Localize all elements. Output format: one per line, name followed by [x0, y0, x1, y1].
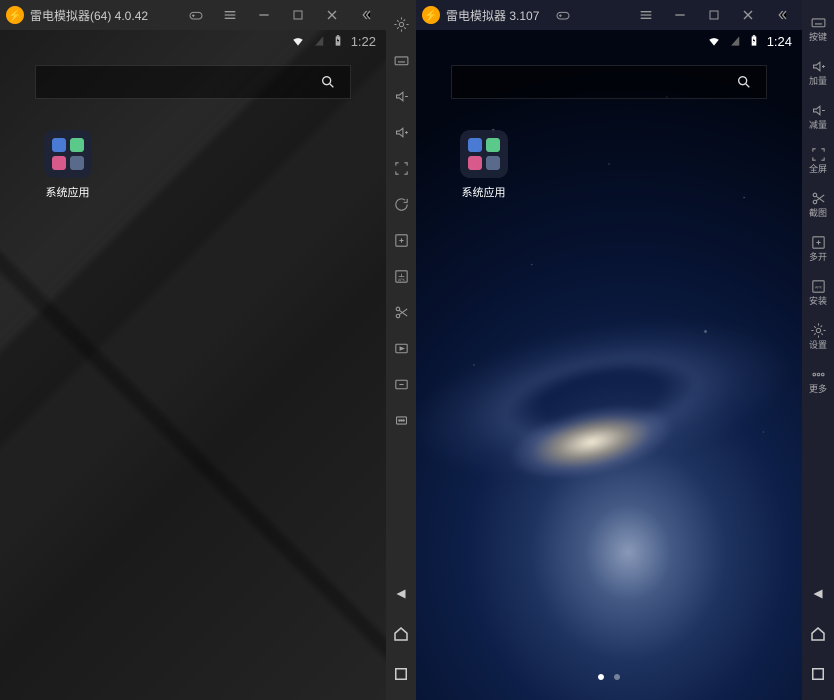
add-window-icon[interactable] [386, 222, 416, 258]
android-screen-left[interactable]: 1:22 系统应用 [0, 30, 386, 700]
titlebar-right: ⚡ 雷电模拟器 3.107 [416, 0, 802, 30]
folder-icon [44, 130, 92, 178]
screen-record-icon[interactable] [386, 330, 416, 366]
window-title: 雷电模拟器(64) 4.0.42 [30, 7, 148, 24]
menu-icon[interactable] [632, 1, 660, 29]
screenshot-button[interactable]: 截图 [803, 182, 833, 226]
rotate-icon[interactable] [386, 186, 416, 222]
settings-button[interactable]: 设置 [803, 314, 833, 358]
battery-icon [331, 34, 345, 48]
collapse-sidebar-icon[interactable] [352, 1, 380, 29]
scissors-icon[interactable] [386, 294, 416, 330]
app-system-apps[interactable]: 系统应用 [35, 130, 100, 200]
search-icon [736, 74, 752, 90]
toolbar-left: APK [386, 0, 416, 700]
page-dot[interactable] [614, 674, 620, 680]
nav-back-icon[interactable] [386, 574, 416, 614]
fullscreen-icon[interactable] [386, 150, 416, 186]
apk-install-icon[interactable]: APK [386, 258, 416, 294]
volume-up-icon[interactable] [386, 114, 416, 150]
folder-icon [460, 130, 508, 178]
android-screen-right[interactable]: 1:24 系统应用 [416, 30, 802, 700]
nav-back-icon[interactable] [803, 574, 833, 614]
app-label: 系统应用 [35, 184, 100, 200]
app-logo-icon: ⚡ [6, 6, 24, 24]
volume-down-button[interactable]: 减量 [803, 94, 833, 138]
battery-icon [747, 34, 761, 48]
close-button[interactable] [318, 1, 346, 29]
install-apk-button[interactable]: APK安装 [803, 270, 833, 314]
window-ops-icon[interactable] [386, 366, 416, 402]
page-dot[interactable] [598, 674, 604, 680]
signal-icon [727, 34, 741, 48]
nav-home-icon[interactable] [803, 614, 833, 654]
collapse-sidebar-icon[interactable] [768, 1, 796, 29]
wifi-icon [291, 34, 305, 48]
wifi-icon [707, 34, 721, 48]
maximize-button[interactable] [700, 1, 728, 29]
search-input[interactable] [451, 65, 767, 99]
nav-recent-icon[interactable] [386, 654, 416, 694]
page-indicator [598, 674, 620, 680]
menu-icon[interactable] [216, 1, 244, 29]
android-statusbar: 1:22 [0, 30, 386, 52]
gamepad-icon[interactable] [549, 1, 577, 29]
titlebar-left: ⚡ 雷电模拟器(64) 4.0.42 [0, 0, 386, 30]
signal-icon [311, 34, 325, 48]
app-system-apps[interactable]: 系统应用 [451, 130, 516, 200]
svg-text:APK: APK [397, 277, 405, 281]
more-button[interactable]: 更多 [803, 358, 833, 402]
app-logo-icon: ⚡ [422, 6, 440, 24]
emulator-left: ⚡ 雷电模拟器(64) 4.0.42 [0, 0, 416, 700]
search-icon [320, 74, 336, 90]
window-title: 雷电模拟器 3.107 [446, 7, 539, 24]
volume-down-icon[interactable] [386, 78, 416, 114]
multi-instance-button[interactable]: 多开 [803, 226, 833, 270]
toolbar-right: 按键 加量 减量 全屏 截图 多开 APK安装 设置 更多 [802, 0, 834, 700]
clock-time: 1:22 [351, 34, 376, 49]
close-button[interactable] [734, 1, 762, 29]
app-label: 系统应用 [451, 184, 516, 200]
nav-recent-icon[interactable] [803, 654, 833, 694]
search-input[interactable] [35, 65, 351, 99]
android-statusbar: 1:24 [416, 30, 802, 52]
minimize-button[interactable] [666, 1, 694, 29]
emulator-left-window: ⚡ 雷电模拟器(64) 4.0.42 [0, 0, 386, 700]
gamepad-icon[interactable] [182, 1, 210, 29]
fullscreen-button[interactable]: 全屏 [803, 138, 833, 182]
emulator-right-window: ⚡ 雷电模拟器 3.107 [416, 0, 802, 700]
keyboard-button[interactable]: 按键 [803, 6, 833, 50]
volume-up-button[interactable]: 加量 [803, 50, 833, 94]
settings-gear-icon[interactable] [386, 6, 416, 42]
keyboard-icon[interactable] [386, 42, 416, 78]
svg-text:APK: APK [814, 286, 822, 290]
maximize-button[interactable] [284, 1, 312, 29]
minimize-button[interactable] [250, 1, 278, 29]
more-dots-icon[interactable] [386, 402, 416, 438]
clock-time: 1:24 [767, 34, 792, 49]
emulator-right: ⚡ 雷电模拟器 3.107 [416, 0, 834, 700]
nav-home-icon[interactable] [386, 614, 416, 654]
